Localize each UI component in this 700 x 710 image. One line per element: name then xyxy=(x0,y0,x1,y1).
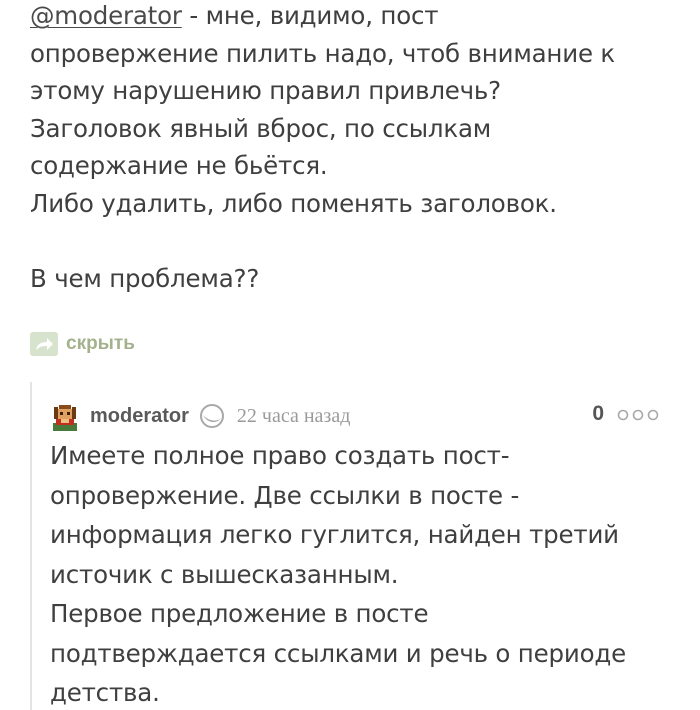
parent-line-8: В чем проблема?? xyxy=(30,263,260,293)
reply-body: Имеете полное право создать пост- опрове… xyxy=(50,436,670,710)
parent-line-3: этому нарушению правил привлечь? xyxy=(30,76,501,105)
moderator-mention-link[interactable]: @moderator xyxy=(30,1,182,30)
reply-author[interactable]: moderator xyxy=(90,405,189,428)
reply-line-7: детства. xyxy=(50,678,160,707)
parent-line-2: опровержение пилить надо, чтоб внимание … xyxy=(30,38,616,68)
thread-indent-line[interactable] xyxy=(30,382,32,710)
reply-line-5: Первое предложение в посте xyxy=(50,599,429,628)
pixel-avatar-icon[interactable] xyxy=(50,401,80,431)
reply-line-3: информация легко гуглится, найден третий xyxy=(50,520,619,549)
reply-comment: moderator 22 часа назад 0 Имеете полное … xyxy=(50,398,660,710)
parent-line-1: @moderator - мне, видимо, пост xyxy=(30,0,680,35)
reply-header: moderator 22 часа назад 0 xyxy=(50,398,660,434)
parent-line-4: Заголовок явный вброс, по ссылкам xyxy=(30,113,492,143)
reply-line-6: подтверждается ссылками и речь о периоде xyxy=(50,638,626,668)
moderator-badge-icon xyxy=(199,404,224,428)
reply-line-2: опровержение. Две ссылки в посте - xyxy=(50,480,520,510)
parent-comment-body: @moderator - мне, видимо, пост опроверже… xyxy=(30,0,680,297)
reply-timestamp[interactable]: 22 часа назад xyxy=(237,405,350,428)
dots-menu-icon[interactable] xyxy=(616,408,660,422)
hide-button[interactable]: скрыть xyxy=(30,330,135,358)
reply-line-4: источик с вышесказанным. xyxy=(50,559,399,589)
parent-line-5: содержание не бьётся. xyxy=(30,151,328,180)
hide-label: скрыть xyxy=(66,333,135,354)
arrow-reply-icon xyxy=(30,332,58,356)
reply-rating: 0 xyxy=(592,402,604,425)
parent-line-6: Либо удалить, либо поменять заголовок. xyxy=(30,188,557,218)
parent-line-1-text: - мне, видимо, пост xyxy=(181,1,439,30)
reply-line-1: Имеете полное право создать пост- xyxy=(50,441,510,470)
